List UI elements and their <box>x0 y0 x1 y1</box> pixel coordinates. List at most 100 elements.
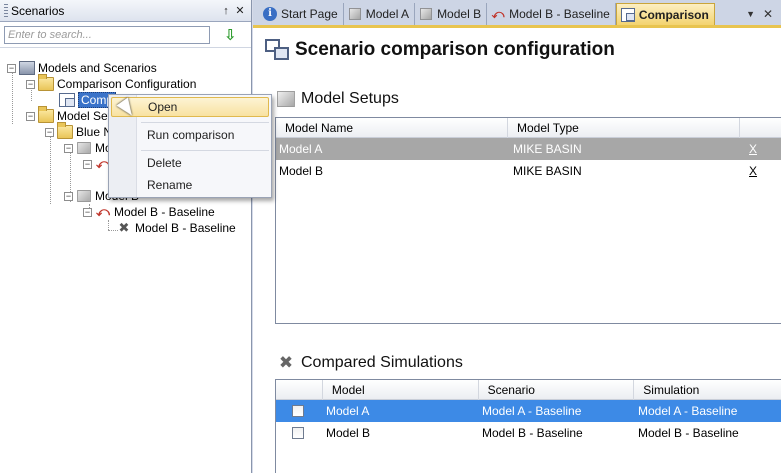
cube-icon <box>77 142 91 154</box>
cell-model-type: MIKE BASIN <box>513 142 582 156</box>
cell-scenario: Model B - Baseline <box>482 426 583 440</box>
tree-node-model-a[interactable]: − Mo <box>64 140 112 156</box>
models-root-icon <box>19 61 35 75</box>
simulation-tools-icon: ✖ <box>118 220 130 235</box>
tab-label: Model B - Baseline <box>509 7 610 21</box>
tree-node-label: Model Set <box>57 109 112 123</box>
scenario-fork-icon: ⤺ <box>96 204 110 219</box>
tree-node-label: Models and Scenarios <box>38 61 157 75</box>
tab-label: Comparison <box>638 7 709 22</box>
remove-model-button[interactable]: X <box>746 142 776 156</box>
collapse-icon[interactable]: − <box>83 207 92 217</box>
tab-label: Model B <box>437 7 482 21</box>
menu-item-delete[interactable]: Delete <box>111 153 269 173</box>
folder-icon <box>38 106 54 123</box>
tab-model-b[interactable]: Model B <box>415 3 488 25</box>
scenarios-panel-header: Scenarios ↑ ✕ <box>0 0 251 22</box>
tree-node-label: Model B - Baseline <box>114 205 215 219</box>
comparison-icon <box>620 7 635 22</box>
column-header-model-name[interactable]: Model Name <box>276 118 508 138</box>
tab-list-dropdown-icon[interactable]: ▼ <box>746 9 755 19</box>
scenarios-panel-title: Scenarios <box>11 3 65 18</box>
tree-guide-line <box>50 134 51 204</box>
folder-icon <box>38 74 54 91</box>
close-tab-icon[interactable]: ✕ <box>763 7 773 21</box>
cell-model-name: Model A <box>279 142 323 156</box>
tree-node-model-b-baseline[interactable]: − ⤺ Model B - Baseline <box>83 204 215 220</box>
collapse-icon[interactable]: − <box>64 143 73 153</box>
tree-guide-line <box>12 68 13 124</box>
tab-strip: i Start Page Model A Model B ⤺ Model B -… <box>253 0 781 28</box>
column-header-simulation[interactable]: Simulation <box>634 380 781 400</box>
cube-icon <box>420 8 433 20</box>
compared-simulations-table: Model Scenario Simulation Model A Model … <box>275 379 781 473</box>
table-row[interactable]: Model A Model A - Baseline Model A - Bas… <box>276 400 781 422</box>
collapse-icon[interactable]: − <box>83 159 92 169</box>
tree-node-model-b-baseline-simulation[interactable]: ✖ Model B - Baseline <box>116 220 236 236</box>
menu-item-rename[interactable]: Rename <box>111 175 269 195</box>
section-title: Compared Simulations <box>301 354 463 371</box>
table-header: Model Scenario Simulation <box>276 380 781 400</box>
search-arrow-icon[interactable]: ⇩ <box>224 26 237 44</box>
column-header-action <box>740 118 781 138</box>
menu-item-run-comparison[interactable]: Run comparison <box>111 125 269 145</box>
collapse-icon[interactable]: − <box>7 63 16 73</box>
pin-icon[interactable]: ↑ <box>219 5 233 17</box>
column-header-model[interactable]: Model <box>323 380 479 400</box>
row-checkbox-cell <box>276 405 323 417</box>
remove-model-button[interactable]: X <box>746 164 776 178</box>
compared-simulations-header: ✖ Compared Simulations <box>275 353 463 373</box>
row-checkbox-cell <box>276 427 323 439</box>
tab-label: Start Page <box>281 7 338 21</box>
comparison-icon <box>265 39 291 61</box>
panel-grip-handle[interactable] <box>4 3 8 18</box>
tab-label: Model A <box>365 7 410 21</box>
collapse-icon[interactable]: − <box>26 79 35 89</box>
info-icon: i <box>263 7 277 21</box>
cube-icon <box>348 8 361 20</box>
tab-comparison[interactable]: Comparison <box>615 3 715 25</box>
tree-node-blue-nile[interactable]: − Blue N <box>45 122 113 140</box>
tree-node-model-setups[interactable]: − Model Set <box>26 106 112 124</box>
cell-scenario: Model A - Baseline <box>482 404 582 418</box>
table-row[interactable]: Model B MIKE BASIN X <box>276 160 781 182</box>
simulation-tools-icon: ✖ <box>278 353 294 372</box>
search-row: ⇩ <box>0 22 251 48</box>
model-setups-header: Model Setups <box>275 89 399 109</box>
tab-model-b-baseline[interactable]: ⤺ Model B - Baseline <box>487 3 616 25</box>
model-setups-table: Model Name Model Type Model A MIKE BASIN… <box>275 117 781 324</box>
page-title: Scenario comparison configuration <box>295 39 615 60</box>
tree-guide-line <box>108 220 109 230</box>
collapse-icon[interactable]: − <box>64 191 73 201</box>
collapse-icon[interactable]: − <box>45 127 54 137</box>
tab-start-page[interactable]: i Start Page <box>259 3 344 25</box>
cube-icon <box>77 190 91 202</box>
folder-icon <box>57 122 73 139</box>
table-header: Model Name Model Type <box>276 118 781 138</box>
table-row[interactable]: Model A MIKE BASIN X <box>276 138 781 160</box>
tree-node-comparison-configuration[interactable]: − Comparison Configuration <box>26 74 196 92</box>
search-input[interactable] <box>4 25 210 44</box>
tab-model-a[interactable]: Model A <box>344 3 416 25</box>
comparison-content: Scenario comparison configuration Model … <box>253 31 781 473</box>
page-title-row: Scenario comparison configuration <box>265 39 615 61</box>
close-icon[interactable]: ✕ <box>233 4 247 17</box>
cell-model: Model B <box>326 426 371 440</box>
comparison-icon <box>59 93 75 107</box>
tree-node-root[interactable]: − Models and Scenarios <box>7 60 157 76</box>
scenarios-panel: Scenarios ↑ ✕ ⇩ − Models and Scenarios −… <box>0 0 252 473</box>
tree-node-label: Model B - Baseline <box>135 221 236 235</box>
tree-node-label: Blue N <box>76 125 113 139</box>
cell-model-type: MIKE BASIN <box>513 164 582 178</box>
collapse-icon[interactable]: − <box>26 111 35 121</box>
table-row[interactable]: Model B Model B - Baseline Model B - Bas… <box>276 422 781 444</box>
column-header-scenario[interactable]: Scenario <box>479 380 635 400</box>
row-checkbox[interactable] <box>292 427 304 439</box>
scenario-fork-icon: ⤺ <box>491 7 505 21</box>
row-checkbox[interactable] <box>292 405 304 417</box>
menu-separator <box>141 150 269 151</box>
menu-separator <box>141 122 269 123</box>
column-header-check <box>276 380 323 400</box>
cell-model: Model A <box>326 404 370 418</box>
column-header-model-type[interactable]: Model Type <box>508 118 740 138</box>
